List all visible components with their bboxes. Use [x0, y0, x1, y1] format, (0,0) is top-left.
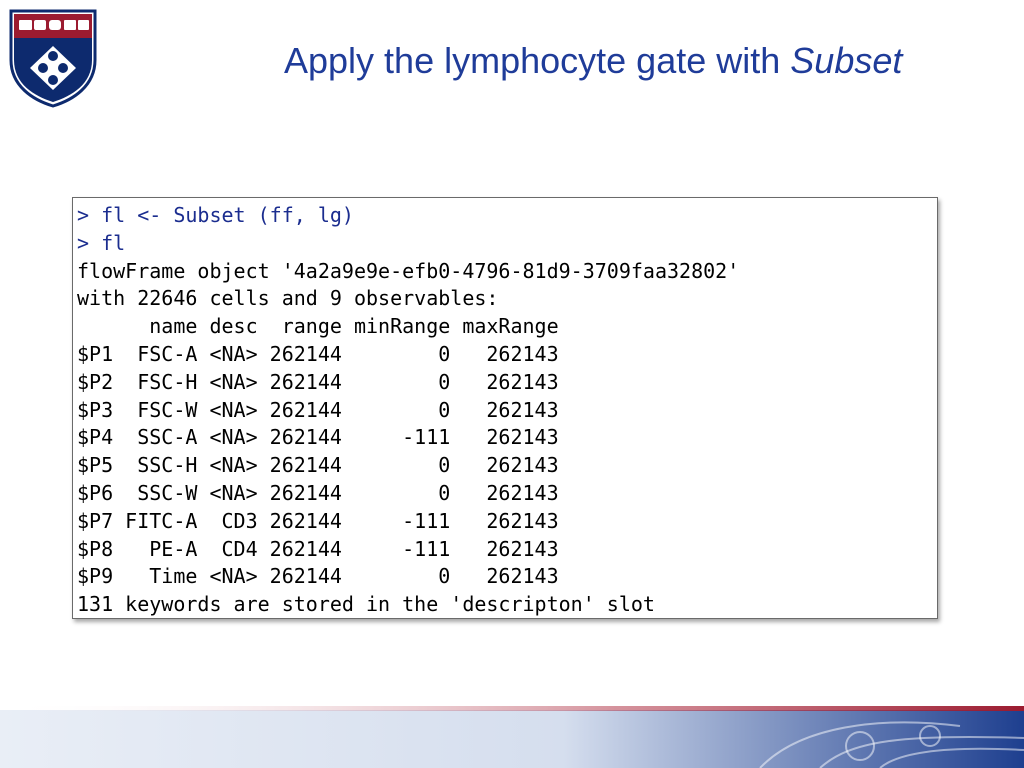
- console-output-line: with 22646 cells and 9 observables:: [77, 286, 499, 311]
- slide-title: Apply the lymphocyte gate with Subset: [284, 40, 902, 82]
- console-table-row: $P5 SSC-H <NA> 262144 0 262143: [77, 453, 559, 478]
- console-table-row: $P4 SSC-A <NA> 262144 -111 262143: [77, 425, 559, 450]
- footer-decoration: [0, 706, 1024, 768]
- console-table-row: $P2 FSC-H <NA> 262144 0 262143: [77, 369, 559, 394]
- console-table-row: $P3 FSC-W <NA> 262144 0 262143: [77, 397, 559, 422]
- console-table-row: $P9 Time <NA> 262144 0 262143: [77, 564, 559, 589]
- slide-title-emphasis: Subset: [790, 40, 903, 81]
- console-command-line: > fl <- Subset (ff, lg): [77, 203, 354, 227]
- console-table-row: $P1 FSC-A <NA> 262144 0 262143: [77, 341, 559, 366]
- console-output-line: flowFrame object '4a2a9e9e-efb0-4796-81d…: [77, 258, 740, 283]
- console-table-row: $P6 SSC-W <NA> 262144 0 262143: [77, 480, 559, 505]
- university-shield-icon: [9, 9, 97, 108]
- slide-title-main: Apply the lymphocyte gate with: [284, 40, 791, 81]
- console-table-header: name desc range minRange maxRange: [77, 314, 559, 339]
- r-console-output: > fl <- Subset (ff, lg) > fl flowFrame o…: [72, 197, 938, 619]
- console-output-line: 131 keywords are stored in the 'descript…: [77, 592, 655, 617]
- console-table-row: $P8 PE-A CD4 262144 -111 262143: [77, 536, 559, 561]
- console-command-line: > fl: [77, 230, 126, 255]
- console-table-row: $P7 FITC-A CD3 262144 -111 262143: [77, 508, 559, 533]
